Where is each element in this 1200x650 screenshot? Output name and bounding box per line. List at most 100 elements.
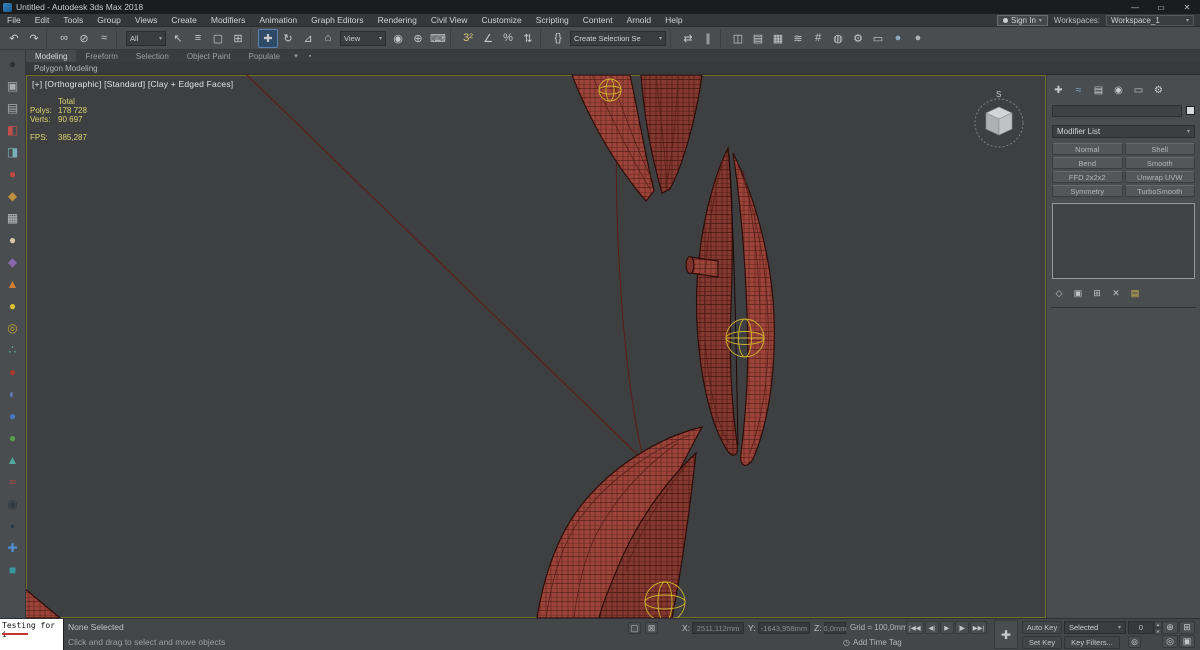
spinner-up-icon[interactable]: ▲ (1154, 621, 1162, 628)
gizmo-blue-icon[interactable]: ✚ (3, 538, 23, 558)
marker-red-icon[interactable]: ● (3, 164, 23, 184)
modifier-normal-button[interactable]: Normal (1052, 143, 1123, 155)
select-object-icon[interactable]: ↖ (168, 29, 188, 48)
remove-modifier-icon[interactable]: ✕ (1109, 287, 1123, 299)
select-and-move-icon[interactable]: ✚ (258, 28, 278, 48)
menu-group[interactable]: Group (90, 14, 128, 27)
prism-teal-icon[interactable]: ▲ (3, 450, 23, 470)
close-button[interactable]: ✕ (1174, 0, 1200, 14)
selected-set-dropdown[interactable]: Selected ▾ (1064, 621, 1126, 634)
modifier-smooth-button[interactable]: Smooth (1124, 157, 1195, 169)
sphere-blue-icon[interactable]: ● (3, 406, 23, 426)
menu-tools[interactable]: Tools (56, 14, 90, 27)
modifier-shell-button[interactable]: Shell (1124, 143, 1195, 155)
play-button[interactable]: ▶ (939, 621, 954, 634)
maximize-viewport-icon[interactable]: ▣ (1179, 635, 1195, 648)
sphere-night-icon[interactable]: ◉ (3, 494, 23, 514)
angle-snap-icon[interactable]: ∠ (478, 29, 498, 48)
selection-filter-dropdown[interactable]: All ▾ (126, 30, 166, 46)
modifier-ffd2x2x2-button[interactable]: FFD 2x2x2 (1052, 171, 1123, 183)
modifier-unwrap-uvw-button[interactable]: Unwrap UVW (1124, 171, 1195, 183)
object-color-swatch[interactable] (1186, 106, 1195, 115)
image-plane-icon[interactable]: ▣ (3, 76, 23, 96)
orbit-icon[interactable]: ◎ (1162, 635, 1178, 648)
modifier-turbosmooth-button[interactable]: TurboSmooth (1124, 185, 1195, 197)
select-by-name-icon[interactable]: ≡ (188, 29, 208, 48)
viewport-label[interactable]: [+] [Orthographic] [Standard] [Clay + Ed… (32, 79, 233, 89)
menu-civil-view[interactable]: Civil View (424, 14, 475, 27)
cone-orange-icon[interactable]: ▲ (3, 274, 23, 294)
undo-icon[interactable]: ↶ (4, 29, 24, 48)
object-name-field[interactable] (1052, 105, 1182, 117)
model-chain-link[interactable] (685, 145, 775, 466)
menu-modifiers[interactable]: Modifiers (204, 14, 252, 27)
zoom-icon[interactable]: ⊕ (1162, 621, 1178, 634)
menu-file[interactable]: File (0, 14, 28, 27)
paint-tools-icon[interactable]: ◧ (3, 120, 23, 140)
ribbon-tab-object-paint[interactable]: Object Paint (178, 50, 240, 62)
menu-scripting[interactable]: Scripting (529, 14, 576, 27)
percent-snap-icon[interactable]: % (498, 29, 518, 48)
grid-display-icon[interactable]: ▤ (3, 98, 23, 118)
menu-customize[interactable]: Customize (475, 14, 529, 27)
set-key-button[interactable]: Set Key (1022, 636, 1062, 649)
unlink-selection-icon[interactable]: ⊘ (74, 29, 94, 48)
named-selection-sets-dropdown[interactable]: Create Selection Se ▾ (570, 30, 666, 46)
modifier-bend-button[interactable]: Bend (1052, 157, 1123, 169)
menu-graph-editors[interactable]: Graph Editors (304, 14, 370, 27)
show-end-result-icon[interactable]: ▣ (1071, 287, 1085, 299)
ribbon-config-icon[interactable]: ▪ (303, 50, 317, 62)
use-pivot-point-icon[interactable]: ◉ (388, 29, 408, 48)
keyboard-shortcut-override-icon[interactable]: ⌨ (428, 29, 448, 48)
reference-coordinate-dropdown[interactable]: View ▾ (340, 30, 386, 46)
y-coordinate-field[interactable]: -1643,958mm (758, 622, 810, 634)
menu-create[interactable]: Create (164, 14, 204, 27)
star-purple-icon[interactable]: ◆ (3, 252, 23, 272)
x-coordinate-field[interactable]: 2511,112mm (692, 622, 744, 634)
menu-rendering[interactable]: Rendering (371, 14, 424, 27)
torus-gold-icon[interactable]: ◎ (3, 318, 23, 338)
previous-frame-button[interactable]: ◀| (924, 621, 939, 634)
render-production-icon[interactable]: ● (888, 29, 908, 48)
next-frame-button[interactable]: |▶ (954, 621, 969, 634)
select-and-place-icon[interactable]: ⌂ (318, 29, 338, 48)
scene-sphere-icon[interactable]: ● (3, 54, 23, 74)
capsule-duo-icon[interactable]: ◐ (3, 384, 23, 404)
schematic-view-icon[interactable]: # (808, 29, 828, 48)
sphere-yellow-icon[interactable]: ● (3, 296, 23, 316)
edit-named-selection-sets-icon[interactable]: {} (548, 29, 568, 48)
checker-icon[interactable]: ▦ (3, 208, 23, 228)
mirror-icon[interactable]: ⇄ (678, 29, 698, 48)
select-and-rotate-icon[interactable]: ↻ (278, 29, 298, 48)
menu-arnold[interactable]: Arnold (620, 14, 659, 27)
modify-tab-icon[interactable]: ≈ (1071, 83, 1086, 97)
pin-stack-icon[interactable]: ◇ (1052, 287, 1066, 299)
menu-edit[interactable]: Edit (28, 14, 57, 27)
minimize-button[interactable]: — (1122, 0, 1148, 14)
time-configuration-icon[interactable]: ⊚ (1128, 636, 1141, 648)
configure-modifier-sets-icon[interactable]: ▤ (1128, 287, 1142, 299)
model-bottom-blades[interactable] (536, 426, 704, 618)
hierarchy-tab-icon[interactable]: ▤ (1091, 83, 1106, 97)
key-filters-button[interactable]: Key Filters... (1064, 636, 1120, 649)
isolate-selection-icon[interactable]: ▢ (628, 622, 641, 634)
bind-to-space-warp-icon[interactable]: ≈ (94, 29, 114, 48)
particles-teal-icon[interactable]: ∴ (3, 340, 23, 360)
rendered-frame-window-icon[interactable]: ▭ (868, 29, 888, 48)
display-tab-icon[interactable]: ▭ (1131, 83, 1146, 97)
toggle-layer-explorer-icon[interactable]: ▤ (748, 29, 768, 48)
spinner-snap-icon[interactable]: ⇅ (518, 29, 538, 48)
workspace-dropdown[interactable]: Workspace_1 ▾ (1106, 14, 1194, 26)
menu-views[interactable]: Views (128, 14, 165, 27)
window-crossing-icon[interactable]: ⊞ (228, 29, 248, 48)
panel-navy-icon[interactable]: ▪ (3, 516, 23, 536)
go-to-start-button[interactable]: |◀◀ (906, 621, 924, 634)
make-unique-icon[interactable]: ⊞ (1090, 287, 1104, 299)
modifier-list-dropdown[interactable]: Modifier List ▾ (1052, 125, 1195, 138)
modifier-symmetry-button[interactable]: Symmetry (1052, 185, 1123, 197)
add-time-tag[interactable]: ◷ Add Time Tag (843, 638, 902, 647)
rectangular-selection-region-icon[interactable]: ▢ (208, 29, 228, 48)
measure-tool-icon[interactable]: ◨ (3, 142, 23, 162)
snaps-toggle-icon[interactable]: 3² (458, 29, 478, 48)
plus-icon[interactable]: ✚ (1051, 83, 1066, 97)
